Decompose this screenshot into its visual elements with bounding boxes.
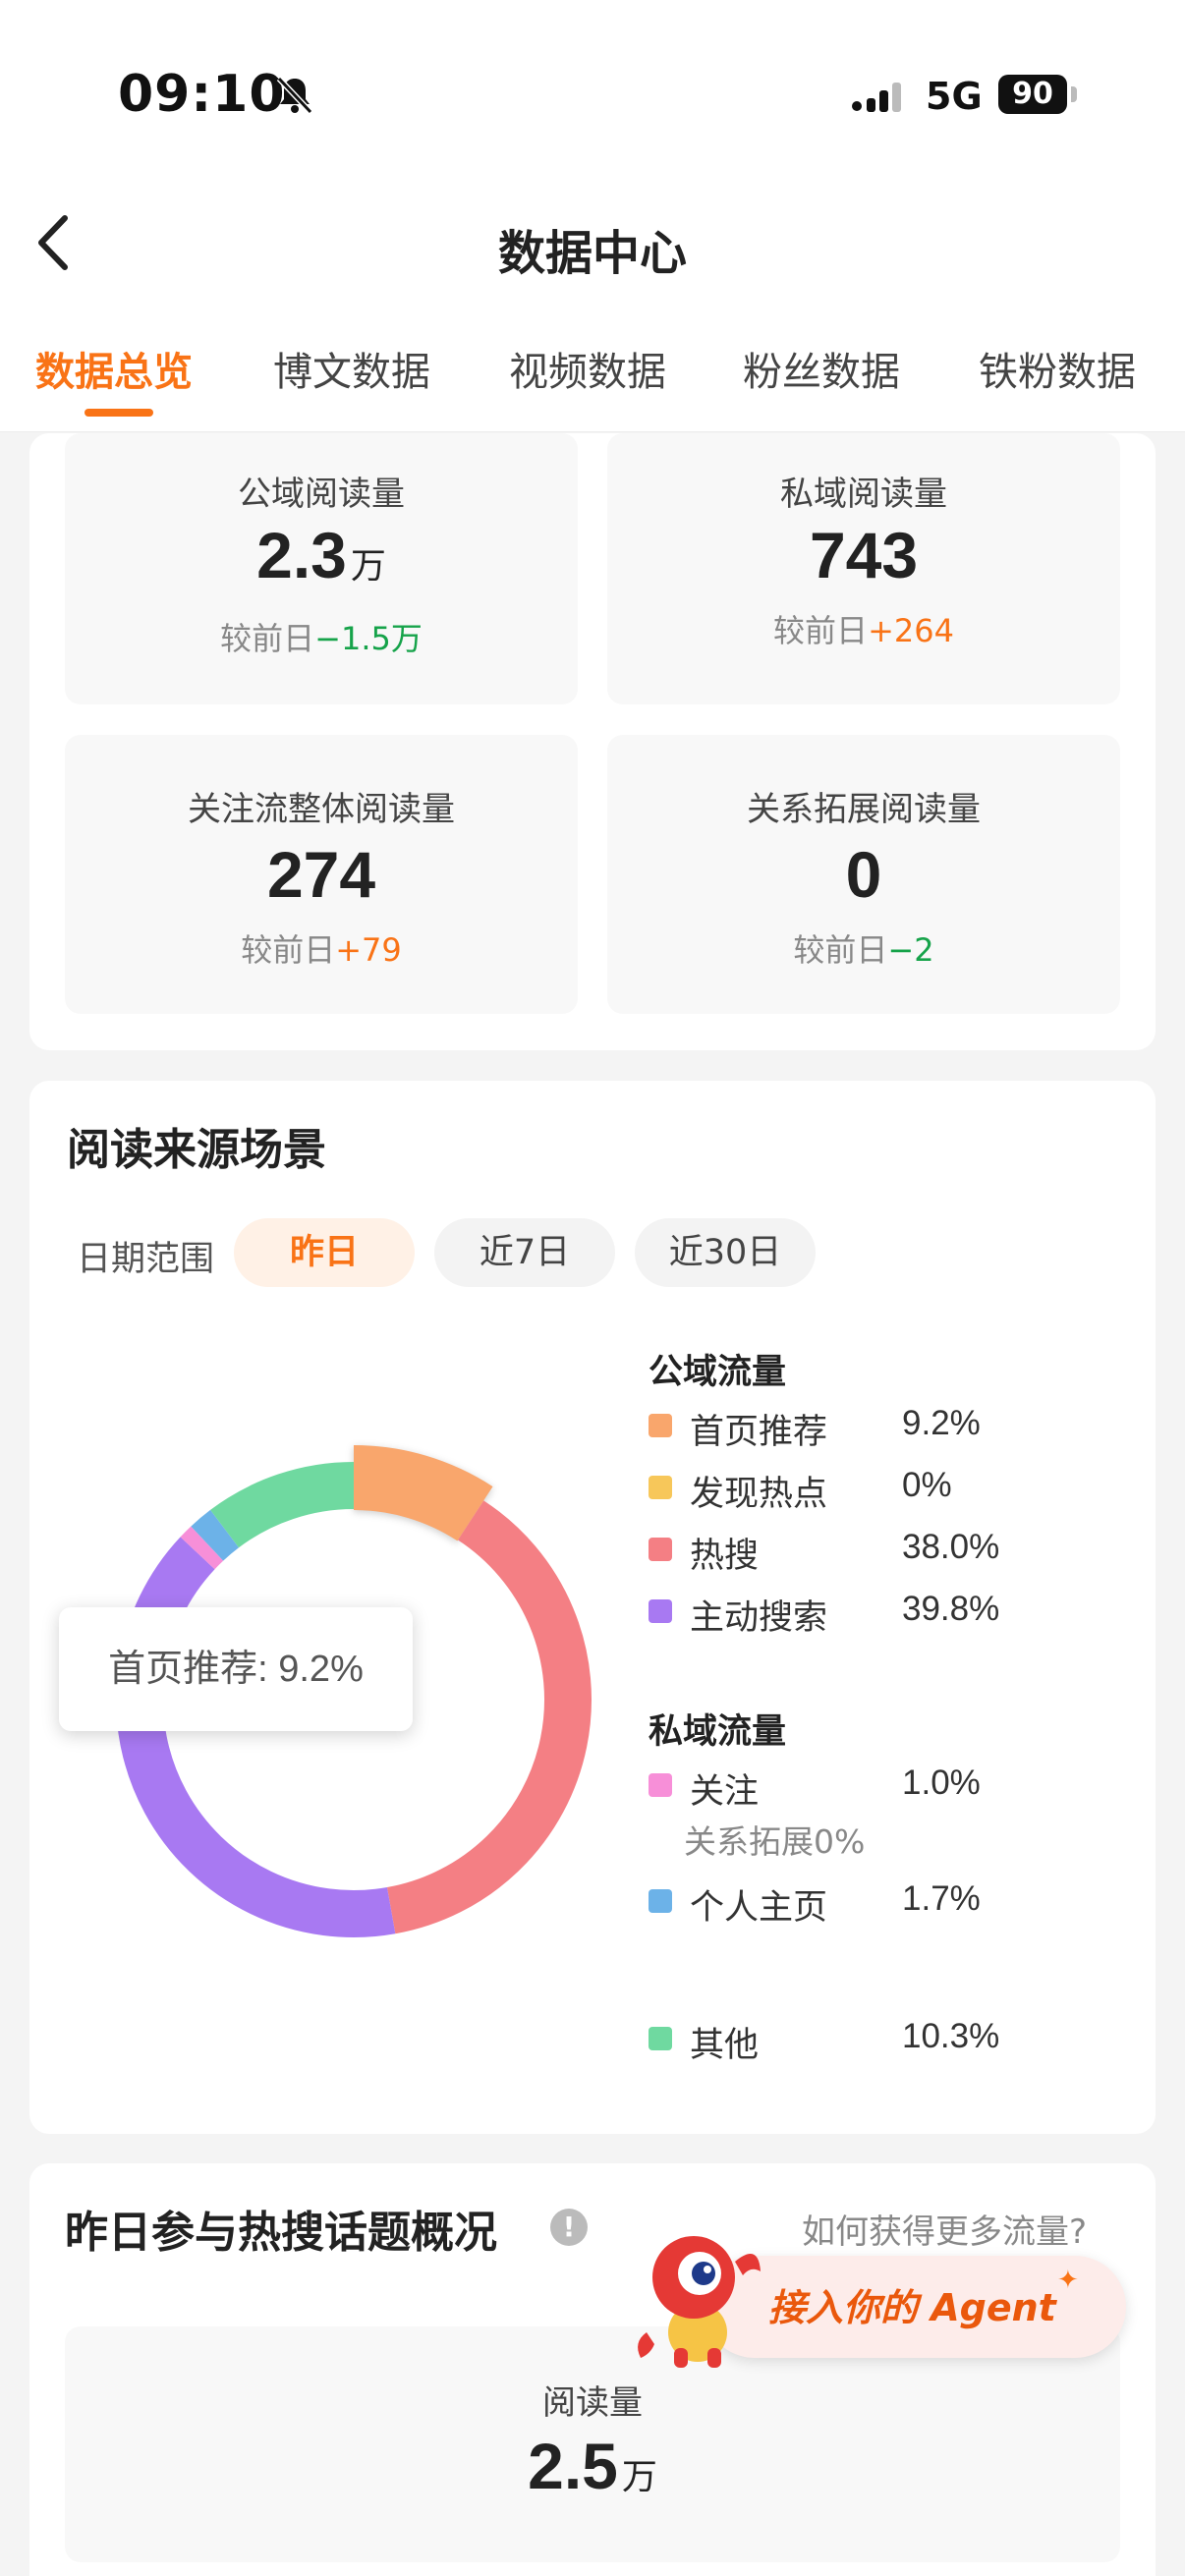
chart-tooltip: 首页推荐: 9.2% bbox=[59, 1607, 413, 1731]
legend-item-follow[interactable]: 关注 1.0% bbox=[649, 1761, 1159, 1812]
legend-public-heading: 公域流量 bbox=[649, 1353, 787, 1392]
stat-compare: 较前日+79 bbox=[241, 931, 402, 969]
legend-relation-note: 关系拓展0% bbox=[684, 1822, 866, 1861]
legend-pct: 1.0% bbox=[902, 1764, 981, 1802]
stat-value: 0 bbox=[845, 838, 882, 911]
stat-value: 274 bbox=[266, 838, 376, 911]
legend-item-active-search[interactable]: 主动搜索 39.8% bbox=[649, 1587, 1159, 1638]
legend-name: 主动搜索 bbox=[690, 1598, 828, 1638]
donut-slice-5[interactable] bbox=[180, 1526, 224, 1570]
legend-name: 关注 bbox=[690, 1772, 760, 1812]
legend-name: 个人主页 bbox=[690, 1888, 828, 1928]
legend-pct: 9.2% bbox=[902, 1404, 981, 1442]
legend-swatch bbox=[649, 1476, 672, 1499]
legend-swatch bbox=[649, 1889, 672, 1913]
more-traffic-link[interactable]: 如何获得更多流量? bbox=[802, 2205, 1087, 2253]
donut-slice-1[interactable] bbox=[353, 1445, 493, 1541]
legend-item-discover[interactable]: 发现热点 0% bbox=[649, 1463, 1159, 1514]
tab-overview[interactable]: 数据总览 bbox=[35, 340, 193, 397]
agent-banner-text[interactable]: 接入你的 Agent bbox=[768, 2277, 1056, 2331]
stat-private-reads[interactable]: 私域阅读量 743 较前日+264 bbox=[607, 433, 1120, 704]
stat-public-reads[interactable]: 公域阅读量 2.3 万 较前日−1.5万 bbox=[65, 433, 578, 704]
legend-name: 首页推荐 bbox=[690, 1413, 828, 1452]
legend-pct: 38.0% bbox=[902, 1528, 1000, 1566]
stat-follow-feed-reads[interactable]: 关注流整体阅读量 274 较前日+79 bbox=[65, 735, 578, 1014]
legend-pct: 1.7% bbox=[902, 1879, 981, 1918]
donut-slice-6[interactable] bbox=[191, 1509, 240, 1561]
legend-swatch bbox=[649, 1538, 672, 1561]
donut-slice-7[interactable] bbox=[210, 1462, 355, 1548]
tab-fans[interactable]: 粉丝数据 bbox=[743, 340, 900, 397]
network-type: 5G bbox=[926, 75, 983, 118]
stat-value: 743 bbox=[809, 519, 919, 591]
page-title: 数据中心 bbox=[497, 226, 687, 281]
read-label: 阅读量 bbox=[542, 2383, 643, 2423]
tab-iron-fans[interactable]: 铁粉数据 bbox=[979, 340, 1136, 397]
date-option-30days[interactable]: 近30日 bbox=[635, 1218, 816, 1287]
legend-swatch bbox=[649, 2027, 672, 2050]
legend-item-other[interactable]: 其他 10.3% bbox=[649, 2014, 1159, 2065]
stat-compare: 较前日−1.5万 bbox=[220, 620, 423, 657]
legend-private-heading: 私域流量 bbox=[649, 1712, 787, 1752]
stat-label: 关系拓展阅读量 bbox=[747, 790, 981, 829]
battery-tip bbox=[1071, 86, 1077, 102]
stat-label: 公域阅读量 bbox=[238, 475, 405, 514]
tab-active-indicator bbox=[85, 409, 153, 417]
status-time: 09:10 bbox=[118, 65, 286, 124]
donut-slice-3[interactable] bbox=[386, 1500, 592, 1934]
stat-value: 2.3 万 bbox=[256, 519, 386, 591]
legend-name: 其他 bbox=[690, 2026, 760, 2065]
legend-swatch bbox=[649, 1773, 672, 1797]
stat-label: 关注流整体阅读量 bbox=[188, 790, 455, 829]
read-value: 2.5 万 bbox=[528, 2430, 657, 2502]
date-option-yesterday[interactable]: 昨日 bbox=[234, 1218, 415, 1287]
stat-label: 私域阅读量 bbox=[780, 475, 947, 514]
legend-swatch bbox=[649, 1599, 672, 1623]
bell-muted-icon bbox=[276, 76, 313, 115]
status-bar: 09:10 5G 90 bbox=[0, 0, 1185, 187]
legend-item-homepage[interactable]: 首页推荐 9.2% bbox=[649, 1401, 1159, 1452]
tab-videos[interactable]: 视频数据 bbox=[509, 340, 666, 397]
stat-compare: 较前日+264 bbox=[773, 612, 954, 649]
sparkle-icon: ✦ bbox=[1057, 2266, 1079, 2295]
legend-name: 热搜 bbox=[690, 1537, 760, 1576]
read-source-title: 阅读来源场景 bbox=[67, 1125, 326, 1175]
cellular-signal-icon bbox=[852, 83, 901, 112]
legend-pct: 39.8% bbox=[902, 1590, 1000, 1628]
mascot-icon[interactable] bbox=[629, 2222, 766, 2370]
legend-pct: 10.3% bbox=[902, 2017, 1000, 2055]
date-option-7days[interactable]: 近7日 bbox=[434, 1218, 615, 1287]
tab-posts[interactable]: 博文数据 bbox=[273, 340, 430, 397]
hot-topics-title: 昨日参与热搜话题概况 bbox=[65, 2208, 497, 2258]
legend-swatch bbox=[649, 1414, 672, 1437]
stat-relation-reads[interactable]: 关系拓展阅读量 0 较前日−2 bbox=[607, 735, 1120, 1014]
battery-icon: 90 bbox=[998, 75, 1067, 114]
date-range-label: 日期范围 bbox=[77, 1240, 215, 1279]
legend-item-profile[interactable]: 个人主页 1.7% bbox=[649, 1876, 1159, 1928]
legend-pct: 0% bbox=[902, 1466, 952, 1504]
info-icon[interactable]: ! bbox=[550, 2209, 588, 2246]
legend-name: 发现热点 bbox=[690, 1475, 828, 1514]
legend-item-hot-search[interactable]: 热搜 38.0% bbox=[649, 1525, 1159, 1576]
stat-compare: 较前日−2 bbox=[793, 931, 934, 969]
